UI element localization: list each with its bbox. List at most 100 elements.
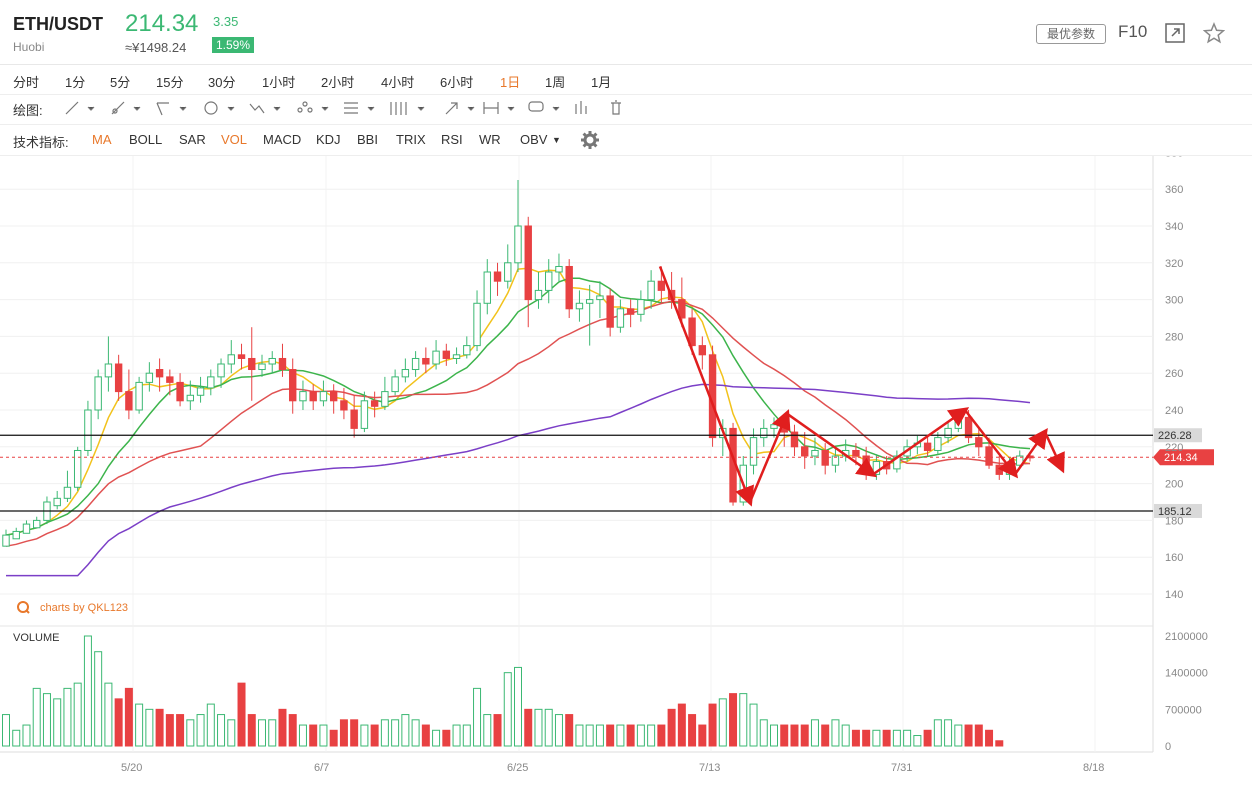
- pattern-tool-icon[interactable]: [297, 101, 329, 113]
- volume-bar: [636, 724, 645, 747]
- drawing-tools: [65, 100, 621, 116]
- indicator-tab-rsi[interactable]: RSI: [441, 132, 463, 147]
- timeframe-tab-11[interactable]: 1月: [591, 72, 611, 91]
- volume-bar: [698, 724, 707, 747]
- price-tick-label: 380: [1165, 156, 1183, 159]
- fib-tool-icon[interactable]: [344, 102, 375, 114]
- grid-tool-icon[interactable]: [390, 102, 425, 115]
- candle-body: [760, 427, 768, 439]
- volume-bar: [483, 714, 492, 747]
- candle-body: [207, 376, 215, 389]
- candle-body: [493, 271, 502, 282]
- timeframe-tabs: 分时 1分 5分 15分 30分 1小时 2小时 4小时 6小时 1日 1周 1月: [0, 72, 1252, 90]
- candle-body: [350, 409, 358, 429]
- volume-bar: [421, 724, 430, 747]
- volume-bar: [227, 719, 236, 747]
- volume-bar: [790, 724, 799, 747]
- optimal-params-button[interactable]: 最优参数: [1036, 24, 1106, 44]
- candle-body: [268, 357, 276, 365]
- timeframe-tab-3[interactable]: 15分: [156, 72, 183, 91]
- candle-style-icon[interactable]: [575, 101, 587, 114]
- volume-bar: [73, 682, 82, 747]
- volume-bar: [350, 719, 359, 747]
- volume-bar: [544, 708, 553, 747]
- line-tool-icon[interactable]: [65, 101, 95, 115]
- candle-body: [473, 302, 481, 347]
- candlestick-chart[interactable]: 226.28185.12214.34 140160180200220240260…: [0, 156, 1252, 786]
- timeframe-tab-10[interactable]: 1周: [545, 72, 565, 91]
- volume-bar: [94, 651, 103, 747]
- measure-tool-icon[interactable]: [483, 102, 515, 114]
- timeframe-tab-2[interactable]: 5分: [110, 72, 130, 91]
- wave-tool-icon[interactable]: [249, 103, 281, 114]
- volume-bar: [718, 698, 727, 747]
- indicator-tab-ma[interactable]: MA: [92, 132, 112, 147]
- ray-tool-icon[interactable]: [111, 101, 141, 115]
- candle-body: [749, 437, 758, 466]
- volume-bar: [708, 703, 717, 747]
- indicator-tab-sar[interactable]: SAR: [179, 132, 206, 147]
- obv-dropdown-icon[interactable]: ▼: [552, 135, 561, 145]
- indicator-tab-vol[interactable]: VOL: [221, 132, 247, 147]
- price-tick-label: 140: [1165, 589, 1183, 601]
- settings-gear-icon[interactable]: [580, 130, 600, 150]
- volume-bar: [595, 724, 604, 747]
- volume-bar: [851, 729, 860, 747]
- volume-bar: [217, 714, 226, 747]
- indicator-tab-wr[interactable]: WR: [479, 132, 501, 147]
- trash-icon[interactable]: [611, 100, 621, 115]
- volume-bar: [145, 708, 154, 747]
- candle-body: [145, 372, 154, 383]
- candle-body: [63, 486, 72, 499]
- timeframe-tab-7[interactable]: 4小时: [381, 72, 414, 91]
- timeframe-tab-6[interactable]: 2小时: [321, 72, 354, 91]
- indicator-tab-boll[interactable]: BOLL: [129, 132, 162, 147]
- timeframe-tab-9[interactable]: 1日: [500, 72, 520, 91]
- candle-body: [411, 357, 420, 371]
- timeframe-tab-5[interactable]: 1小时: [262, 72, 295, 91]
- candle-body: [452, 354, 461, 359]
- timeframe-tab-0[interactable]: 分时: [13, 72, 39, 91]
- comment-tool-icon[interactable]: [528, 101, 560, 112]
- price-tick-label: 340: [1165, 221, 1183, 233]
- indicator-tab-bbi[interactable]: BBI: [357, 132, 378, 147]
- cny-price: ≈¥1498.24: [125, 40, 187, 55]
- volume-bar: [104, 682, 113, 747]
- indicator-tab-obv[interactable]: OBV: [520, 132, 547, 147]
- circle-tool-icon[interactable]: [204, 101, 235, 115]
- volume-bar: [493, 714, 502, 747]
- star-icon[interactable]: [1203, 22, 1225, 44]
- channel-tool-icon[interactable]: [156, 102, 187, 116]
- timeframe-tab-4[interactable]: 30分: [208, 72, 235, 91]
- timeframe-tab-8[interactable]: 6小时: [440, 72, 473, 91]
- volume-bar: [42, 693, 51, 747]
- volume-tick-label: 1400000: [1165, 668, 1208, 680]
- candle-body: [504, 262, 512, 282]
- volume-bar: [954, 724, 963, 747]
- f10-button[interactable]: F10: [1118, 22, 1147, 42]
- ma60-line: [6, 383, 1031, 577]
- volume-bar: [247, 714, 256, 747]
- volume-bar: [749, 703, 758, 747]
- volume-bar: [534, 708, 543, 747]
- exchange-name: Huobi: [13, 40, 45, 54]
- price-tick-label: 280: [1165, 331, 1183, 343]
- annotation-arrow: [872, 407, 970, 476]
- volume-bar: [810, 719, 819, 747]
- volume-bar: [759, 719, 768, 747]
- volume-bar: [800, 724, 809, 747]
- arrow-tool-icon[interactable]: [445, 102, 475, 115]
- volume-bar: [780, 724, 789, 747]
- timeframe-tab-1[interactable]: 1分: [65, 72, 85, 91]
- volume-bar: [114, 698, 123, 747]
- candle-body: [852, 449, 860, 457]
- candle-body: [934, 437, 942, 451]
- fullscreen-icon[interactable]: [1164, 22, 1186, 44]
- indicator-tab-kdj[interactable]: KDJ: [316, 132, 341, 147]
- candle-body: [135, 381, 143, 411]
- candle-body: [289, 369, 297, 402]
- candle-body: [575, 302, 584, 310]
- candle-body: [196, 387, 205, 396]
- indicator-tab-trix[interactable]: TRIX: [396, 132, 426, 147]
- indicator-tab-macd[interactable]: MACD: [263, 132, 301, 147]
